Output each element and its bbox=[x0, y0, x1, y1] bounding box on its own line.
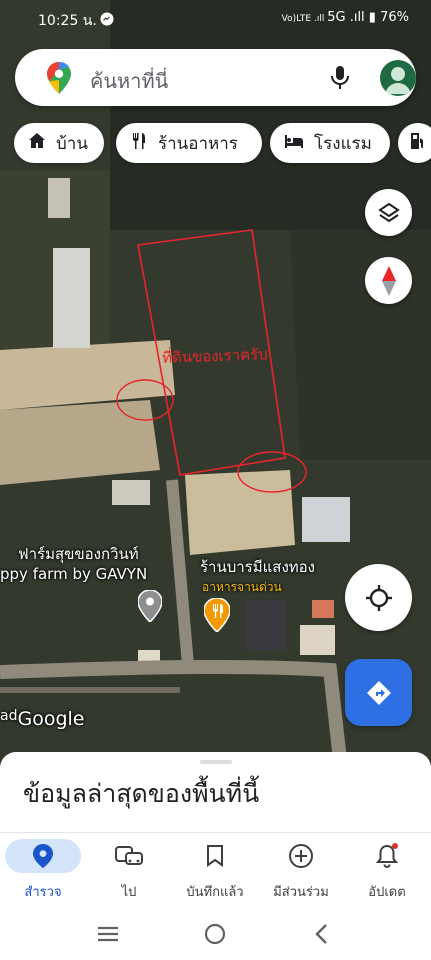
layers-icon bbox=[377, 202, 400, 222]
my-location-button[interactable] bbox=[345, 564, 412, 631]
hotel-icon bbox=[284, 133, 304, 154]
google-logo: Google bbox=[17, 708, 85, 730]
messenger-icon bbox=[100, 12, 114, 30]
chip-home-label: บ้าน bbox=[56, 133, 88, 154]
bottom-nav: สำรวจ ไป บันทึกแล้ว มีส่วนร่วม อัปเดต bbox=[0, 832, 431, 907]
nav-contribute-label: มีส่วนร่วม bbox=[273, 885, 329, 900]
place-label-farm[interactable]: ฟาร์มสุขของกวินท์ bbox=[18, 542, 139, 566]
nav-go[interactable]: ไป bbox=[86, 833, 172, 908]
recents-icon[interactable] bbox=[97, 925, 119, 947]
place-label-restaurant[interactable]: ร้านบารมีแสงทอง bbox=[200, 555, 315, 579]
mic-icon[interactable] bbox=[329, 65, 351, 95]
status-time: 10:25 น. bbox=[38, 13, 97, 29]
chip-home[interactable]: บ้าน bbox=[14, 123, 104, 163]
nav-saved[interactable]: บันทึกแล้ว bbox=[172, 833, 258, 908]
bookmark-icon bbox=[195, 839, 235, 873]
google-watermark: adGoogle bbox=[0, 708, 84, 730]
cell-signal-icon: .ıll bbox=[345, 10, 369, 25]
place-pin-icon[interactable] bbox=[137, 589, 163, 626]
nav-explore[interactable]: สำรวจ bbox=[0, 833, 86, 908]
status-bar: 10:25 น. Vo)LTE .ıll 5G .ıll ▮ 76% bbox=[0, 0, 431, 40]
directions-icon bbox=[366, 680, 391, 705]
place-label-farm-en[interactable]: ppy farm by GAVYN bbox=[0, 565, 147, 583]
maps-logo-icon bbox=[47, 62, 71, 98]
layers-button[interactable] bbox=[365, 189, 412, 236]
chip-restaurant[interactable]: ร้านอาหาร bbox=[116, 123, 262, 163]
search-input[interactable]: ค้นหาที่นี่ bbox=[90, 65, 168, 97]
nav-saved-label: บันทึกแล้ว bbox=[186, 885, 244, 900]
status-right: Vo)LTE .ıll 5G .ıll ▮ 76% bbox=[282, 10, 409, 25]
land-annotation: ที่ดินของเราครับ bbox=[161, 345, 268, 367]
restaurant-pin-icon[interactable] bbox=[203, 597, 231, 636]
system-nav-bar bbox=[0, 907, 431, 960]
commute-icon bbox=[109, 839, 149, 873]
place-category-restaurant: อาหารจานด่วน bbox=[202, 580, 282, 594]
sheet-handle[interactable] bbox=[200, 760, 232, 764]
add-circle-icon bbox=[281, 839, 321, 873]
chip-hotel-label: โรงแรม bbox=[314, 133, 372, 154]
bottom-sheet[interactable]: ข้อมูลล่าสุดของพื้นที่นี้ bbox=[0, 752, 431, 842]
nav-updates-label: อัปเดต bbox=[368, 885, 406, 900]
battery-icon: ▮ bbox=[368, 10, 376, 25]
chip-gas[interactable] bbox=[398, 123, 431, 163]
my-location-icon bbox=[365, 584, 392, 611]
directions-button[interactable] bbox=[345, 659, 412, 726]
avatar[interactable] bbox=[380, 60, 416, 96]
nav-explore-label: สำรวจ bbox=[24, 885, 62, 900]
sheet-title: ข้อมูลล่าสุดของพื้นที่นี้ bbox=[23, 779, 260, 808]
nav-updates[interactable]: อัปเดต bbox=[344, 833, 430, 908]
gas-station-icon bbox=[408, 132, 426, 155]
nav-go-label: ไป bbox=[121, 885, 137, 900]
status-signal-text: 5G bbox=[327, 10, 346, 25]
compass-icon bbox=[381, 265, 396, 296]
notifications-icon bbox=[367, 839, 407, 873]
google-watermark-prefix: ad bbox=[0, 708, 18, 724]
map-imagery bbox=[0, 0, 431, 760]
lte-signal-icon: Vo)LTE .ıll bbox=[281, 14, 328, 24]
back-icon[interactable] bbox=[314, 923, 330, 949]
satellite-map[interactable]: ที่ดินของเราครับ ฟาร์มสุขของกวินท์ ppy f… bbox=[0, 0, 431, 760]
nav-contribute[interactable]: มีส่วนร่วม bbox=[258, 833, 344, 908]
search-bar[interactable]: ค้นหาที่นี่ bbox=[15, 49, 416, 106]
home-button-icon[interactable] bbox=[204, 923, 226, 949]
battery-percent: 76% bbox=[380, 10, 409, 25]
restaurant-icon bbox=[130, 132, 148, 155]
explore-pin-icon bbox=[5, 839, 81, 873]
chip-hotel[interactable]: โรงแรม bbox=[270, 123, 390, 163]
home-icon bbox=[28, 132, 46, 155]
compass-button[interactable] bbox=[365, 257, 412, 304]
chip-restaurant-label: ร้านอาหาร bbox=[158, 133, 238, 154]
